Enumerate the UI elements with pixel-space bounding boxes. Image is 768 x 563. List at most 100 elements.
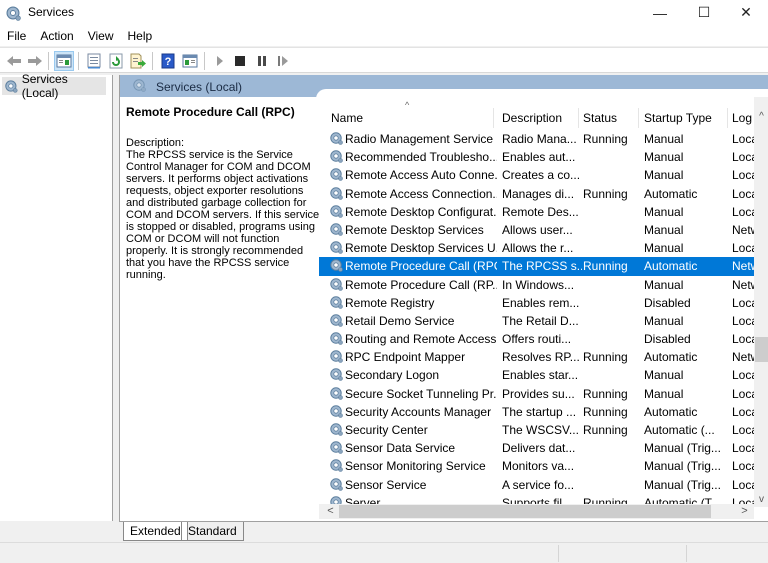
service-description: The WSCSV... xyxy=(502,423,579,437)
scroll-down-button[interactable]: v xyxy=(754,492,768,507)
service-description: A service fo... xyxy=(502,477,575,492)
properties-icon xyxy=(87,53,101,69)
service-row[interactable]: RPC Endpoint Mapper Resolves RP... Running… xyxy=(319,348,756,366)
service-description: Allows the r... xyxy=(502,241,574,256)
service-startup-type: Automatic xyxy=(644,186,698,201)
close-button[interactable]: ✕ xyxy=(726,0,766,25)
service-row[interactable]: Secondary Logon Enables star... Manual Loca xyxy=(319,366,756,384)
column-header-description[interactable]: Description xyxy=(498,108,579,128)
service-startup-type: Manual xyxy=(644,150,684,165)
tree-item-services-local[interactable]: Services (Local) xyxy=(2,72,106,100)
service-description: Radio Mana... xyxy=(502,132,577,146)
service-row[interactable]: Sensor Monitoring Service Monitors va... M… xyxy=(319,457,756,475)
service-description: Delivers dat... xyxy=(502,441,576,456)
service-row[interactable]: Sensor Data Service Delivers dat... Manual… xyxy=(319,439,756,457)
service-startup-type: Automatic xyxy=(644,404,698,419)
properties-button[interactable] xyxy=(84,51,104,71)
services-list: ^ Name Description Status Startup Type L… xyxy=(319,97,768,521)
service-gear-icon xyxy=(330,150,343,164)
tab-extended[interactable]: Extended xyxy=(123,522,188,541)
service-description: The RPCSS s... xyxy=(502,259,582,274)
service-log-on-as: Loca xyxy=(732,423,756,437)
service-row[interactable]: Retail Demo Service The Retail D... Manual… xyxy=(319,312,756,330)
service-log-on-as: Loca xyxy=(732,459,756,474)
column-header-startup-type[interactable]: Startup Type xyxy=(640,108,728,128)
vertical-scrollbar[interactable]: ^ v xyxy=(754,97,768,507)
maximize-button[interactable]: ☐ xyxy=(684,0,724,25)
service-log-on-as: Netw xyxy=(732,350,756,365)
menu-action[interactable]: Action xyxy=(33,29,80,43)
horizontal-scroll-thumb[interactable] xyxy=(339,505,711,518)
service-name: Remote Access Auto Conne... xyxy=(345,168,497,183)
resume-service-button[interactable] xyxy=(273,51,293,71)
service-startup-type: Manual xyxy=(644,132,684,146)
service-row[interactable]: Remote Access Auto Conne... Creates a co.… xyxy=(319,166,756,184)
service-row[interactable]: Recommended Troublesho... Enables aut... M… xyxy=(319,148,756,166)
start-service-icon xyxy=(217,56,223,66)
service-startup-type: Disabled xyxy=(644,332,691,347)
service-row[interactable]: Routing and Remote Access Offers routi...… xyxy=(319,330,756,348)
column-header-status[interactable]: Status xyxy=(579,108,639,128)
service-startup-type: Automatic (... xyxy=(644,423,715,437)
service-name: Sensor Monitoring Service xyxy=(345,459,486,474)
toolbar-separator xyxy=(152,52,153,70)
status-bar xyxy=(0,542,768,563)
service-startup-type: Manual xyxy=(644,313,684,328)
services-gear-icon xyxy=(133,79,146,92)
service-log-on-as: Loca xyxy=(732,186,756,201)
service-name: Sensor Service xyxy=(345,477,427,492)
service-startup-type: Manual (Trig... xyxy=(644,477,721,492)
pause-service-icon xyxy=(258,56,266,66)
service-gear-icon xyxy=(330,168,343,182)
service-gear-icon xyxy=(330,423,343,436)
service-log-on-as: Netw xyxy=(732,277,756,292)
minimize-button[interactable]: — xyxy=(640,0,680,25)
service-row[interactable]: Secure Socket Tunneling Pr... Provides su… xyxy=(319,385,756,403)
service-startup-type: Manual xyxy=(644,277,684,292)
service-startup-type: Manual xyxy=(644,168,684,183)
tree-item-label: Services (Local) xyxy=(21,72,68,100)
service-log-on-as: Loca xyxy=(732,313,756,328)
service-row[interactable]: Security Accounts Manager The startup ...… xyxy=(319,403,756,421)
menu-file[interactable]: File xyxy=(0,29,33,43)
tab-standard[interactable]: Standard xyxy=(181,522,244,541)
service-row[interactable]: Security Center The WSCSV... Running Automa… xyxy=(319,421,756,439)
scroll-right-button[interactable]: > xyxy=(737,504,752,519)
menu-view[interactable]: View xyxy=(81,29,121,43)
service-row[interactable]: Remote Procedure Call (RP... In Windows..… xyxy=(319,276,756,294)
service-row[interactable]: Remote Procedure Call (RPC) The RPCSS s..… xyxy=(319,257,756,276)
description-label: Description: xyxy=(126,137,185,149)
refresh-button[interactable] xyxy=(106,51,126,71)
start-service-button[interactable] xyxy=(210,51,230,71)
help-button[interactable]: ? xyxy=(158,51,178,71)
pause-service-button[interactable] xyxy=(252,51,272,71)
service-row[interactable]: Remote Registry Enables rem... Disabled Loc… xyxy=(319,294,756,312)
service-gear-icon xyxy=(330,132,343,145)
service-row[interactable]: Sensor Service A service fo... Manual (Tri… xyxy=(319,476,756,494)
service-name: Remote Desktop Configurat... xyxy=(345,204,497,219)
toolbar: ? xyxy=(0,47,768,73)
service-description: Remote Des... xyxy=(502,204,579,219)
service-description: The startup ... xyxy=(502,404,577,419)
service-name: Retail Demo Service xyxy=(345,313,455,328)
vertical-scroll-thumb[interactable] xyxy=(755,337,768,362)
service-row[interactable]: Remote Desktop Services U... Allows the r… xyxy=(319,239,756,257)
show-action-pane-button[interactable] xyxy=(180,51,200,71)
service-row[interactable]: Remote Desktop Configurat... Remote Des..… xyxy=(319,203,756,221)
stop-service-button[interactable] xyxy=(230,51,250,71)
column-header-name[interactable]: Name xyxy=(327,108,494,128)
service-gear-icon xyxy=(330,477,343,491)
horizontal-scrollbar[interactable]: < > xyxy=(319,504,754,519)
export-list-button[interactable] xyxy=(128,51,148,71)
service-row[interactable]: Radio Management Service Radio Mana... Run… xyxy=(319,130,756,148)
menu-help[interactable]: Help xyxy=(121,29,160,43)
service-row[interactable]: Remote Desktop Services Allows user... Man… xyxy=(319,221,756,239)
service-row[interactable]: Remote Access Connection... Manages di...… xyxy=(319,185,756,203)
scroll-left-button[interactable]: < xyxy=(323,504,338,519)
scroll-up-button[interactable]: ^ xyxy=(754,109,768,124)
service-gear-icon xyxy=(330,277,343,291)
toolbar-separator xyxy=(48,52,49,70)
show-hide-console-tree-button[interactable] xyxy=(54,51,74,71)
back-button[interactable] xyxy=(4,51,24,71)
forward-button[interactable] xyxy=(25,51,45,71)
